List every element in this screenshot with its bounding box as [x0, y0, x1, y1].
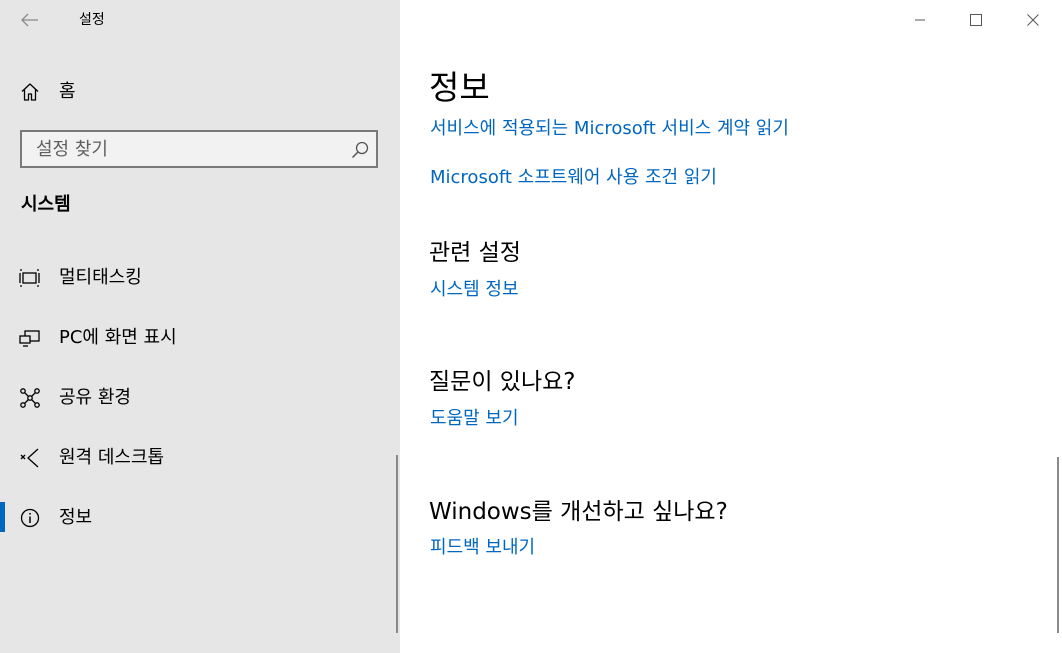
- search-icon[interactable]: [350, 140, 370, 160]
- sidebar-item-shared-experiences[interactable]: 공유 환경: [0, 378, 400, 418]
- questions-heading: 질문이 있나요?: [429, 369, 576, 395]
- main-scrollbar[interactable]: [1057, 457, 1059, 633]
- sidebar-item-label: 공유 환경: [59, 387, 131, 408]
- sidebar-item-label: 정보: [59, 507, 93, 528]
- info-icon: [19, 507, 41, 529]
- main-content: 정보 서비스에 적용되는 Microsoft 서비스 계약 읽기 Microso…: [400, 0, 1062, 653]
- section-title: 시스템: [21, 194, 71, 215]
- minimize-icon: [915, 19, 925, 21]
- multitasking-icon: [19, 267, 41, 289]
- minimize-button[interactable]: [903, 6, 937, 34]
- close-button[interactable]: [1016, 6, 1050, 34]
- sidebar-item-remote-desktop[interactable]: 원격 데스크톱: [0, 438, 400, 478]
- sidebar: 설정 홈 시스템 멀티태스킹: [0, 0, 400, 653]
- sidebar-item-home[interactable]: 홈: [0, 74, 400, 110]
- remote-desktop-icon: [19, 447, 41, 469]
- license-terms-link[interactable]: Microsoft 소프트웨어 사용 조건 읽기: [430, 166, 717, 190]
- sidebar-item-label: 홈: [59, 81, 76, 102]
- close-icon: [1027, 14, 1039, 26]
- search-box[interactable]: [20, 130, 378, 168]
- sidebar-item-multitasking[interactable]: 멀티태스킹: [0, 258, 400, 298]
- system-info-link[interactable]: 시스템 정보: [430, 278, 519, 302]
- sidebar-item-project-to-pc[interactable]: PC에 화면 표시: [0, 318, 400, 358]
- sidebar-item-label: 원격 데스크톱: [59, 447, 165, 468]
- maximize-button[interactable]: [959, 6, 993, 34]
- sidebar-item-about[interactable]: 정보: [0, 498, 400, 538]
- improve-windows-heading: Windows를 개선하고 싶나요?: [429, 499, 728, 525]
- service-agreement-link[interactable]: 서비스에 적용되는 Microsoft 서비스 계약 읽기: [430, 117, 789, 141]
- sidebar-item-label: PC에 화면 표시: [59, 327, 177, 348]
- page-title: 정보: [429, 68, 490, 107]
- sidebar-scrollbar[interactable]: [396, 455, 398, 633]
- back-button[interactable]: [18, 8, 42, 32]
- search-input[interactable]: [22, 132, 342, 166]
- home-icon: [19, 81, 41, 103]
- sidebar-item-label: 멀티태스킹: [59, 267, 142, 288]
- maximize-icon: [970, 14, 982, 26]
- give-feedback-link[interactable]: 피드백 보내기: [430, 536, 535, 560]
- get-help-link[interactable]: 도움말 보기: [430, 407, 519, 431]
- app-title: 설정: [79, 12, 105, 28]
- project-to-pc-icon: [19, 327, 41, 349]
- settings-window: 설정 홈 시스템 멀티태스킹: [0, 0, 1062, 653]
- back-arrow-icon: [21, 13, 38, 27]
- related-settings-heading: 관련 설정: [429, 240, 521, 266]
- shared-experiences-icon: [19, 387, 41, 409]
- selection-indicator: [0, 502, 5, 532]
